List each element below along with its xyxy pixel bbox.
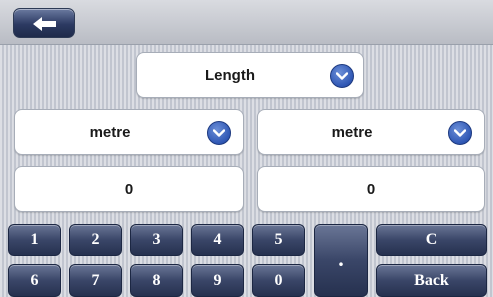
key-1[interactable]: 1 [8,224,61,256]
key-4[interactable]: 4 [191,224,244,256]
from-unit-value: metre [89,123,131,141]
chevron-down-icon[interactable] [330,64,354,88]
to-unit-value: metre [331,123,373,141]
key-2[interactable]: 2 [69,224,122,256]
key-0[interactable]: 0 [252,264,305,297]
key-7[interactable]: 7 [69,264,122,297]
top-bar [0,0,493,45]
to-value-field[interactable]: 0 [257,166,485,212]
clear-button[interactable]: C [376,224,487,256]
key-8[interactable]: 8 [130,264,183,297]
backspace-button[interactable]: Back [376,264,487,297]
decimal-point-key[interactable]: . [314,224,368,297]
to-unit-select[interactable]: metre [257,109,485,155]
back-arrow-button[interactable] [13,8,75,38]
from-value-field[interactable]: 0 [14,166,244,212]
category-select[interactable]: Length [136,52,364,98]
to-value-text: 0 [366,180,376,198]
back-arrow-icon [33,17,56,31]
key-3[interactable]: 3 [130,224,183,256]
chevron-down-icon[interactable] [207,121,231,145]
from-value-text: 0 [124,180,134,198]
chevron-down-icon[interactable] [448,121,472,145]
category-value: Length [205,66,255,84]
key-9[interactable]: 9 [191,264,244,297]
key-6[interactable]: 6 [8,264,61,297]
from-unit-select[interactable]: metre [14,109,244,155]
key-5[interactable]: 5 [252,224,305,256]
